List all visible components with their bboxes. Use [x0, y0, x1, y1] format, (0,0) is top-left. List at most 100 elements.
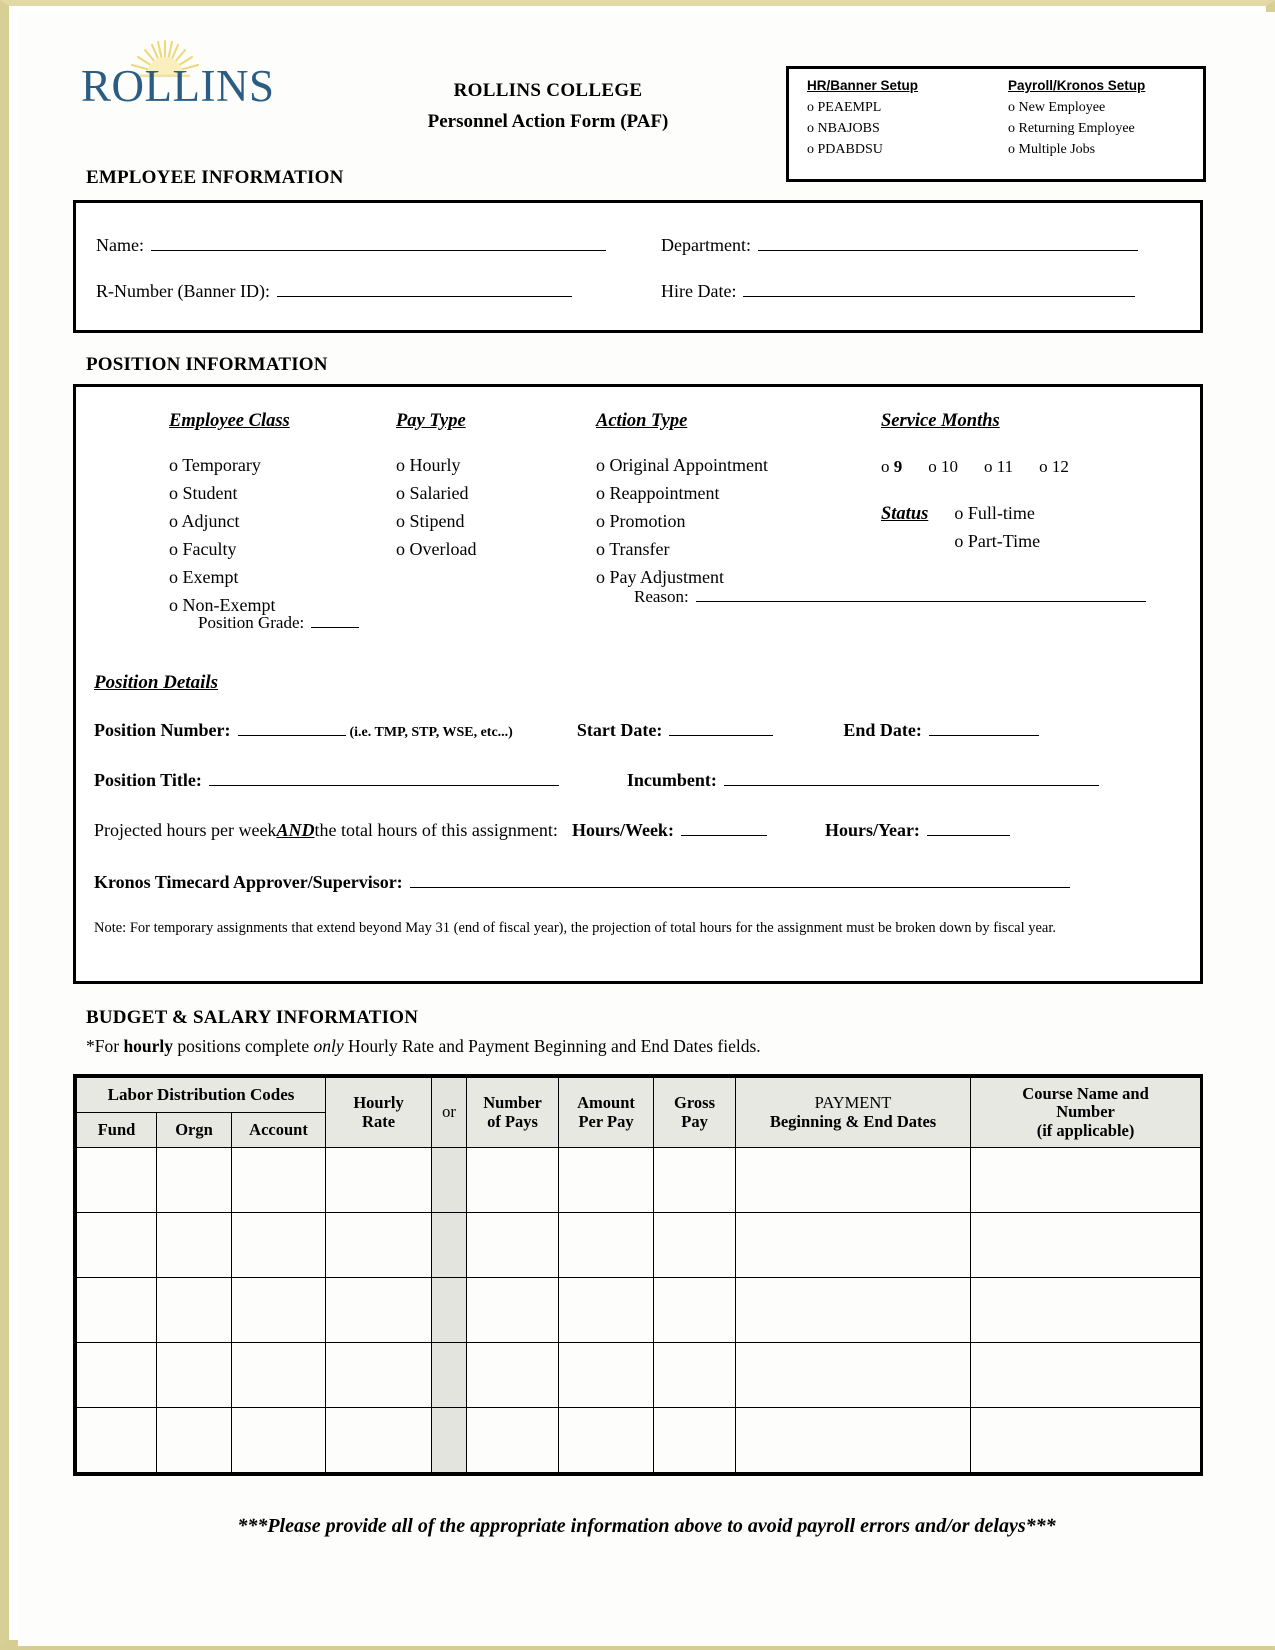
- hire-date-input[interactable]: [743, 281, 1136, 297]
- position-grade-input[interactable]: [311, 612, 360, 628]
- position-title-input[interactable]: [208, 770, 559, 786]
- cell-fund[interactable]: [76, 1212, 157, 1278]
- cell-hourly-rate[interactable]: [325, 1147, 433, 1213]
- field-department[interactable]: Department:: [661, 235, 1138, 256]
- cell-fund[interactable]: [76, 1407, 157, 1473]
- end-date-input[interactable]: [928, 720, 1039, 736]
- r-number-input[interactable]: [276, 281, 572, 297]
- cell-number-of-pays[interactable]: [466, 1212, 560, 1278]
- cell-orgn[interactable]: [156, 1342, 232, 1408]
- hours-week-input[interactable]: [680, 820, 767, 836]
- cell-course-name[interactable]: [970, 1212, 1202, 1278]
- cell-course-name[interactable]: [970, 1342, 1202, 1408]
- cell-number-of-pays[interactable]: [466, 1407, 560, 1473]
- cell-hourly-rate[interactable]: [325, 1342, 433, 1408]
- cell-gross-pay[interactable]: [653, 1147, 737, 1213]
- cell-orgn[interactable]: [156, 1147, 232, 1213]
- subtitle-only: only: [313, 1036, 344, 1056]
- checkbox-reappointment[interactable]: o Reappointment: [596, 484, 768, 502]
- cell-hourly-rate[interactable]: [325, 1212, 433, 1278]
- cell-number-of-pays[interactable]: [466, 1342, 560, 1408]
- checkbox-multiple-jobs[interactable]: o Multiple Jobs: [1008, 142, 1203, 158]
- cell-number-of-pays[interactable]: [466, 1147, 560, 1213]
- checkbox-temporary[interactable]: o Temporary: [169, 456, 290, 474]
- projected-hours-and: AND: [276, 820, 315, 840]
- table-row[interactable]: [76, 1212, 1202, 1278]
- field-position-grade[interactable]: Position Grade:: [198, 612, 360, 633]
- cell-amount-per-pay[interactable]: [558, 1212, 655, 1278]
- cell-account[interactable]: [230, 1212, 327, 1278]
- field-hire-date[interactable]: Hire Date:: [661, 281, 1136, 302]
- checkbox-hourly[interactable]: o Hourly: [396, 456, 476, 474]
- table-row[interactable]: [76, 1147, 1202, 1213]
- cell-payment-dates[interactable]: [735, 1342, 972, 1408]
- supervisor-input[interactable]: [409, 872, 1070, 888]
- cell-gross-pay[interactable]: [653, 1212, 737, 1278]
- checkbox-months-10[interactable]: o 10: [928, 458, 958, 475]
- cell-course-name[interactable]: [970, 1277, 1202, 1343]
- cell-account[interactable]: [230, 1342, 327, 1408]
- name-input[interactable]: [150, 235, 606, 251]
- hourly-rate-header: Hourly Rate: [325, 1077, 433, 1148]
- cell-gross-pay[interactable]: [653, 1342, 737, 1408]
- cell-payment-dates[interactable]: [735, 1277, 972, 1343]
- field-r-number[interactable]: R-Number (Banner ID):: [96, 281, 572, 302]
- cell-payment-dates[interactable]: [735, 1147, 972, 1213]
- cell-hourly-rate[interactable]: [325, 1407, 433, 1473]
- cell-amount-per-pay[interactable]: [558, 1342, 655, 1408]
- reason-input[interactable]: [695, 586, 1146, 602]
- position-number-input[interactable]: [237, 720, 346, 736]
- cell-fund[interactable]: [76, 1342, 157, 1408]
- table-row[interactable]: [76, 1277, 1202, 1343]
- checkbox-part-time[interactable]: o Part-Time: [954, 532, 1040, 550]
- table-row[interactable]: [76, 1342, 1202, 1408]
- checkbox-pay-adjustment[interactable]: o Pay Adjustment: [596, 568, 768, 586]
- checkbox-exempt[interactable]: o Exempt: [169, 568, 290, 586]
- cell-account[interactable]: [230, 1147, 327, 1213]
- checkbox-peaempl[interactable]: o PEAEMPL: [807, 100, 1002, 116]
- field-reason[interactable]: Reason:: [634, 586, 1194, 607]
- checkbox-full-time[interactable]: o Full-time: [954, 504, 1040, 522]
- checkbox-months-12[interactable]: o 12: [1039, 458, 1069, 475]
- checkbox-transfer[interactable]: o Transfer: [596, 540, 768, 558]
- cell-gross-pay[interactable]: [653, 1407, 737, 1473]
- cell-payment-dates[interactable]: [735, 1212, 972, 1278]
- cell-payment-dates[interactable]: [735, 1407, 972, 1473]
- start-date-input[interactable]: [669, 720, 774, 736]
- cell-fund[interactable]: [76, 1277, 157, 1343]
- checkbox-student[interactable]: o Student: [169, 484, 290, 502]
- field-name[interactable]: Name:: [96, 235, 606, 256]
- checkbox-salaried[interactable]: o Salaried: [396, 484, 476, 502]
- cell-course-name[interactable]: [970, 1147, 1202, 1213]
- cell-number-of-pays[interactable]: [466, 1277, 560, 1343]
- cell-amount-per-pay[interactable]: [558, 1147, 655, 1213]
- checkbox-original-appointment[interactable]: o Original Appointment: [596, 456, 768, 474]
- hours-year-input[interactable]: [926, 820, 1010, 836]
- cell-hourly-rate[interactable]: [325, 1277, 433, 1343]
- checkbox-nbajobs[interactable]: o NBAJOBS: [807, 121, 1002, 137]
- checkbox-new-employee[interactable]: o New Employee: [1008, 100, 1203, 116]
- checkbox-returning-employee[interactable]: o Returning Employee: [1008, 121, 1203, 137]
- cell-amount-per-pay[interactable]: [558, 1277, 655, 1343]
- checkbox-months-11[interactable]: o 11: [984, 458, 1013, 475]
- checkbox-faculty[interactable]: o Faculty: [169, 540, 290, 558]
- cell-orgn[interactable]: [156, 1407, 232, 1473]
- checkbox-adjunct[interactable]: o Adjunct: [169, 512, 290, 530]
- department-input[interactable]: [757, 235, 1138, 251]
- rollins-wordmark: ROLLINS: [81, 61, 275, 111]
- checkbox-pdabdsu[interactable]: o PDABDSU: [807, 142, 1002, 158]
- checkbox-months-9[interactable]: o 9: [881, 458, 902, 475]
- checkbox-overload[interactable]: o Overload: [396, 540, 476, 558]
- cell-account[interactable]: [230, 1407, 327, 1473]
- cell-fund[interactable]: [76, 1147, 157, 1213]
- cell-orgn[interactable]: [156, 1212, 232, 1278]
- checkbox-promotion[interactable]: o Promotion: [596, 512, 768, 530]
- incumbent-input[interactable]: [723, 770, 1099, 786]
- cell-amount-per-pay[interactable]: [558, 1407, 655, 1473]
- checkbox-stipend[interactable]: o Stipend: [396, 512, 476, 530]
- cell-account[interactable]: [230, 1277, 327, 1343]
- cell-gross-pay[interactable]: [653, 1277, 737, 1343]
- cell-course-name[interactable]: [970, 1407, 1202, 1473]
- cell-orgn[interactable]: [156, 1277, 232, 1343]
- table-row[interactable]: [76, 1407, 1202, 1473]
